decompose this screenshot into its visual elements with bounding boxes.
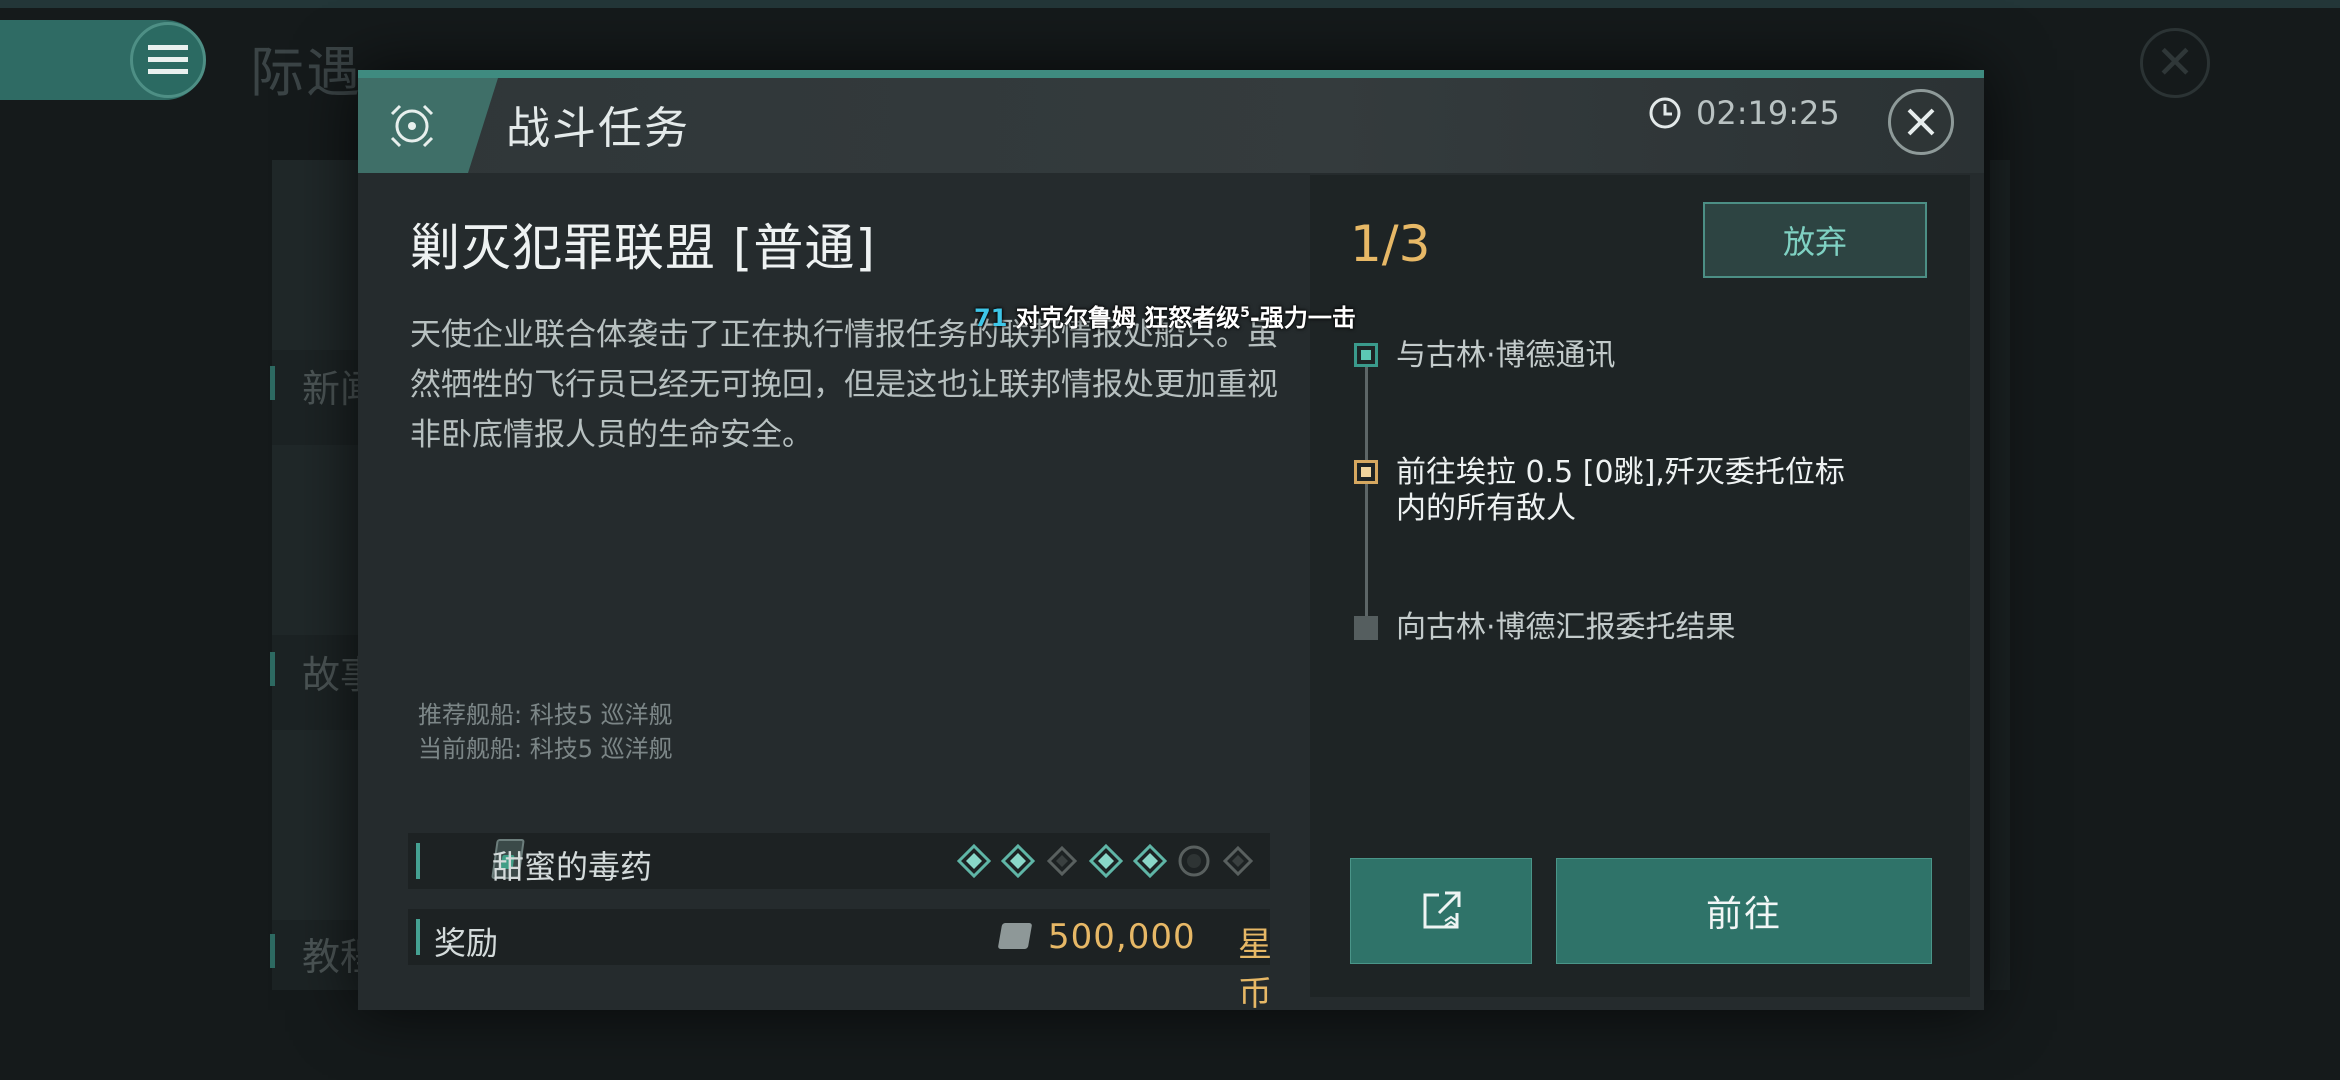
dialog-title: 战斗任务: [506, 103, 690, 154]
notice-superscript: 5: [1240, 305, 1250, 321]
slot-filled-icon: [956, 843, 992, 879]
share-icon: [1423, 891, 1461, 929]
combat-notification: 71 对克尔鲁姆 狂怒者级5-强力一击: [974, 298, 1356, 333]
objective-track: [1365, 357, 1368, 639]
objective-node-pending: [1354, 616, 1378, 640]
objectives-panel: 1/3 放弃 与古林·博德通讯 前往埃拉 0.5 [0跳],歼灭委托位标内的所有…: [1310, 175, 1970, 997]
ship-info: 推荐舰船: 科技5 巡洋舰 当前舰船: 科技5 巡洋舰: [418, 698, 673, 766]
go-button[interactable]: 前往: [1556, 858, 1932, 964]
mission-title: 剿灭犯罪联盟 [普通]: [410, 219, 876, 277]
combat-target-icon: [390, 104, 434, 147]
recommended-ship: 推荐舰船: 科技5 巡洋舰: [418, 701, 673, 729]
slot-empty-icon: [1220, 843, 1256, 879]
notice-suffix: -强力一击: [1249, 304, 1356, 332]
objective-node-active: [1354, 460, 1378, 484]
top-border: [0, 0, 2340, 8]
reward-label: 奖励: [434, 924, 499, 962]
current-ship: 当前舰船: 科技5 巡洋舰: [418, 735, 673, 763]
item-name: 甜蜜的毒药: [492, 848, 653, 886]
slot-filled-icon: [1000, 843, 1036, 879]
background-list: [272, 160, 372, 990]
mission-timer: 02:19:25: [1648, 94, 1840, 132]
share-button[interactable]: [1350, 858, 1532, 964]
notice-text: 对克尔鲁姆 狂怒者级: [1015, 304, 1241, 332]
item-row[interactable]: 甜蜜的毒药: [408, 833, 1270, 889]
abandon-button[interactable]: 放弃: [1703, 202, 1927, 278]
slot-filled-icon: [1132, 843, 1168, 879]
dialog-accent-bar: [358, 70, 1984, 78]
timer-value: 02:19:25: [1696, 94, 1840, 132]
objective-node-done: [1354, 343, 1378, 367]
item-slots: [956, 843, 1256, 879]
slot-filled-icon: [1088, 843, 1124, 879]
notice-level: 71: [974, 304, 1008, 332]
reward-amount: 500,000: [1048, 917, 1196, 957]
currency-icon: [997, 923, 1033, 949]
objective-step-1: 与古林·博德通讯: [1396, 338, 1616, 373]
close-button[interactable]: [1888, 89, 1954, 155]
slot-empty-icon: [1044, 843, 1080, 879]
objective-progress: 1/3: [1350, 215, 1431, 273]
close-icon: [1907, 108, 1935, 136]
clock-icon: [1649, 97, 1681, 129]
hamburger-icon: [148, 45, 188, 74]
reward-row: 奖励 500,000 星币: [408, 909, 1272, 1010]
objective-step-3: 向古林·博德汇报委托结果: [1396, 610, 1736, 645]
background-close-button[interactable]: ✕: [2140, 28, 2210, 98]
reward-unit: 星币: [1238, 925, 1272, 1010]
menu-button[interactable]: [130, 22, 206, 98]
background-page-title: 际遇: [250, 41, 362, 104]
background-scroll-strip: [1990, 160, 2010, 990]
objective-step-2: 前往埃拉 0.5 [0跳],歼灭委托位标内的所有敌人: [1396, 455, 1845, 526]
mission-dialog: 战斗任务 02:19:25 剿灭犯罪联盟 [普通] 天使企业联合体袭击了正在执行…: [358, 70, 1984, 1010]
slot-circle-icon: [1176, 843, 1212, 879]
